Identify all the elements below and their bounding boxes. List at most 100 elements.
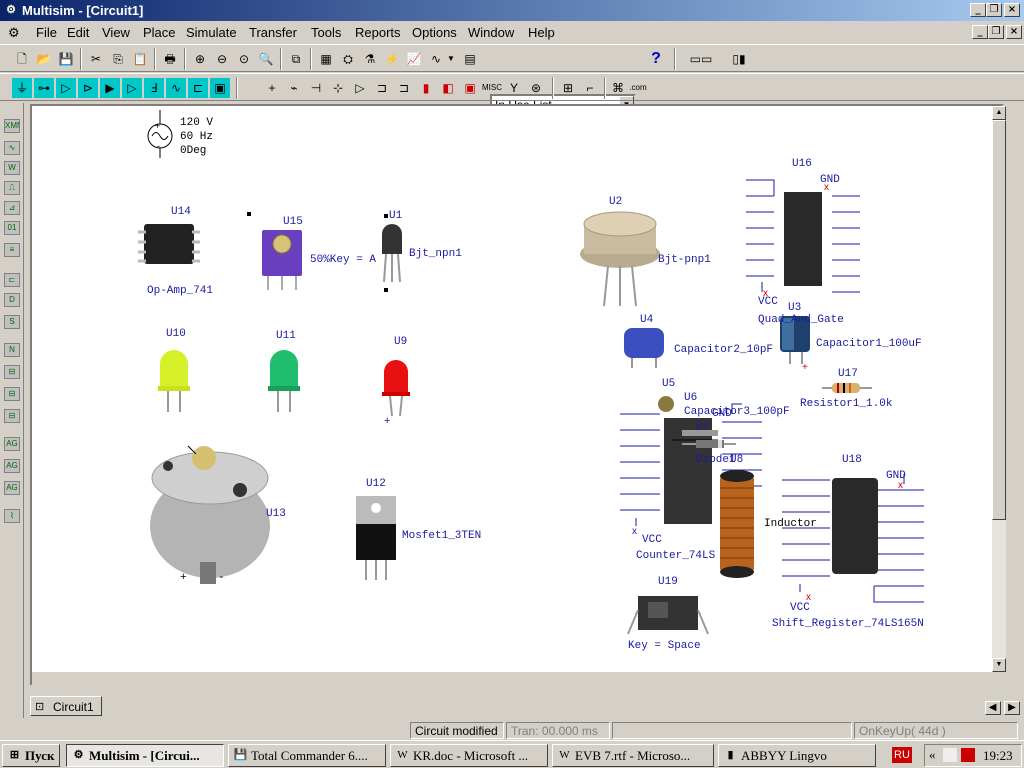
multimeter-icon[interactable]: XMM bbox=[4, 119, 20, 133]
tray-expand-icon[interactable]: « bbox=[929, 747, 936, 763]
oscilloscope-icon[interactable]: ⎍ bbox=[4, 181, 20, 195]
zoom-in-icon[interactable]: ⊕ bbox=[190, 49, 210, 69]
analog-icon[interactable]: ▶ bbox=[100, 78, 120, 98]
logic-converter-icon[interactable]: ⊏ bbox=[4, 273, 20, 287]
task-multisim[interactable]: ⚙ Multisim - [Circui... bbox=[66, 744, 224, 767]
wattmeter-icon[interactable]: W bbox=[4, 161, 20, 175]
zoom-area-icon[interactable]: ⊙ bbox=[234, 49, 254, 69]
distortion-analyzer-icon[interactable]: D bbox=[4, 293, 20, 307]
bode-plotter-icon[interactable]: ⊿ bbox=[4, 201, 20, 215]
copy-icon[interactable]: ⎘ bbox=[108, 49, 128, 69]
minimize-button[interactable]: _ bbox=[970, 3, 986, 17]
component-wizard-icon[interactable]: ⚗ bbox=[360, 49, 380, 69]
diode-alt-icon[interactable]: ⊣ bbox=[306, 78, 326, 98]
task-lingvo[interactable]: ▮ ABBYY Lingvo bbox=[718, 744, 876, 767]
clock[interactable]: 19:23 bbox=[983, 748, 1013, 764]
menu-place[interactable]: Place bbox=[143, 25, 176, 40]
mixed-icon[interactable]: ⊏ bbox=[188, 78, 208, 98]
probe-icon[interactable]: ⌇ bbox=[4, 509, 20, 523]
misc-icon[interactable]: MISC bbox=[482, 78, 502, 98]
paste-icon[interactable]: 📋 bbox=[130, 49, 150, 69]
zoom-fit-icon[interactable]: 🔍 bbox=[256, 49, 276, 69]
scroll-up-icon[interactable]: ▲ bbox=[992, 106, 1006, 120]
tab-prev-icon[interactable]: ◀ bbox=[984, 701, 1001, 715]
help-icon[interactable]: ? bbox=[646, 49, 666, 69]
resistor-icon[interactable]: ⌁ bbox=[284, 78, 304, 98]
agilent-generator-icon[interactable]: ⊟ bbox=[4, 365, 20, 379]
vertical-scrollbar[interactable]: ▲ ▼ bbox=[992, 106, 1006, 672]
bus-icon[interactable]: ⌐ bbox=[580, 78, 600, 98]
scroll-thumb[interactable] bbox=[992, 120, 1006, 520]
word-generator-icon[interactable]: 01 bbox=[4, 221, 20, 235]
cmos-alt-icon[interactable]: ⊐ bbox=[394, 78, 414, 98]
doc-minimize-button[interactable]: _ bbox=[972, 25, 988, 39]
print-icon[interactable]: 🖶 bbox=[160, 49, 180, 69]
zoom-out-icon[interactable]: ⊖ bbox=[212, 49, 232, 69]
diode-icon[interactable]: ▷ bbox=[56, 78, 76, 98]
agilent-multimeter-icon[interactable]: ⊟ bbox=[4, 387, 20, 401]
language-indicator[interactable]: RU bbox=[892, 747, 912, 763]
scroll-down-icon[interactable]: ▼ bbox=[992, 658, 1006, 672]
tab-next-icon[interactable]: ▶ bbox=[1004, 701, 1020, 715]
antenna-icon[interactable]: Y bbox=[504, 78, 524, 98]
design-toolbox-icon[interactable]: ⧉ bbox=[286, 49, 306, 69]
indicator-alt-icon[interactable]: ▣ bbox=[460, 78, 480, 98]
menu-view[interactable]: View bbox=[102, 25, 130, 40]
task-kr-doc[interactable]: W KR.doc - Microsoft ... bbox=[390, 744, 548, 767]
postprocessor-icon[interactable]: ▤ bbox=[460, 49, 480, 69]
maximize-button[interactable]: ❐ bbox=[986, 3, 1002, 17]
ttl-icon[interactable]: ▷ bbox=[122, 78, 142, 98]
agilent-scope-icon[interactable]: ⊟ bbox=[4, 409, 20, 423]
close-button[interactable]: × bbox=[1004, 3, 1020, 17]
menu-simulate[interactable]: Simulate bbox=[186, 25, 237, 40]
database-icon[interactable]: ⛭ bbox=[338, 49, 358, 69]
web-icon[interactable]: ⌘ bbox=[608, 78, 628, 98]
electromech-icon[interactable]: ⊛ bbox=[526, 78, 546, 98]
analysis-dropdown-icon[interactable]: ▼ bbox=[446, 49, 456, 69]
menu-help[interactable]: Help bbox=[528, 25, 555, 40]
hierarchical-icon[interactable]: ⊞ bbox=[558, 78, 578, 98]
indicator-icon[interactable]: ▣ bbox=[210, 78, 230, 98]
logic-analyzer-icon[interactable]: ≡ bbox=[4, 243, 20, 257]
analysis-icon[interactable]: ∿ bbox=[426, 49, 446, 69]
new-file-icon[interactable]: 🗋 bbox=[12, 49, 32, 69]
tray-icon-1[interactable] bbox=[943, 748, 957, 762]
schematic-canvas[interactable]: + - x x + + x x x 120 V 60 Hz 0Deg U14 O… bbox=[32, 106, 992, 672]
ag-instrument-2-icon[interactable]: AG bbox=[4, 459, 20, 473]
doc-close-button[interactable]: × bbox=[1006, 25, 1022, 39]
opamp-icon[interactable]: ▷ bbox=[350, 78, 370, 98]
horizontal-scrollbar[interactable] bbox=[32, 672, 1006, 686]
open-file-icon[interactable]: 📂 bbox=[34, 49, 54, 69]
doc-icon[interactable]: ⚙ bbox=[8, 25, 20, 41]
menu-file[interactable]: File bbox=[36, 25, 57, 40]
transistor-icon[interactable]: ⊳ bbox=[78, 78, 98, 98]
transistor-alt-icon[interactable]: ⊹ bbox=[328, 78, 348, 98]
start-button[interactable]: ⊞ Пуск bbox=[2, 744, 60, 767]
ag-instrument-1-icon[interactable]: AG bbox=[4, 437, 20, 451]
run-switch-icon[interactable]: ▯▮ bbox=[722, 49, 756, 69]
task-evb-rtf[interactable]: W EVB 7.rtf - Microso... bbox=[552, 744, 714, 767]
instrument-icon[interactable]: ▭▭ bbox=[684, 49, 718, 69]
menu-tools[interactable]: Tools bbox=[311, 25, 341, 40]
simulate-icon[interactable]: ⚡ bbox=[382, 49, 402, 69]
source-icon[interactable]: ⏚ bbox=[12, 78, 32, 98]
menu-transfer[interactable]: Transfer bbox=[249, 25, 297, 40]
menu-options[interactable]: Options bbox=[412, 25, 457, 40]
cut-icon[interactable]: ✂ bbox=[86, 49, 106, 69]
spectrum-analyzer-icon[interactable]: S bbox=[4, 315, 20, 329]
com-icon[interactable]: .com bbox=[628, 78, 648, 98]
mixed-alt-icon[interactable]: ◧ bbox=[438, 78, 458, 98]
doc-restore-button[interactable]: ❐ bbox=[988, 25, 1004, 39]
menu-window[interactable]: Window bbox=[468, 25, 514, 40]
tab-circuit1[interactable]: ⊡ Circuit1 bbox=[30, 696, 102, 716]
digital-icon[interactable]: ▮ bbox=[416, 78, 436, 98]
save-icon[interactable]: 💾 bbox=[56, 49, 76, 69]
function-generator-icon[interactable]: ∿ bbox=[4, 141, 20, 155]
misc-digital-icon[interactable]: ∿ bbox=[166, 78, 186, 98]
network-analyzer-icon[interactable]: N bbox=[4, 343, 20, 357]
multisim-icon[interactable]: ⚙ bbox=[3, 3, 19, 17]
menu-edit[interactable]: Edit bbox=[67, 25, 89, 40]
menu-reports[interactable]: Reports bbox=[355, 25, 401, 40]
ttl-alt-icon[interactable]: ⊐ bbox=[372, 78, 392, 98]
source-alt-icon[interactable]: + bbox=[262, 78, 282, 98]
